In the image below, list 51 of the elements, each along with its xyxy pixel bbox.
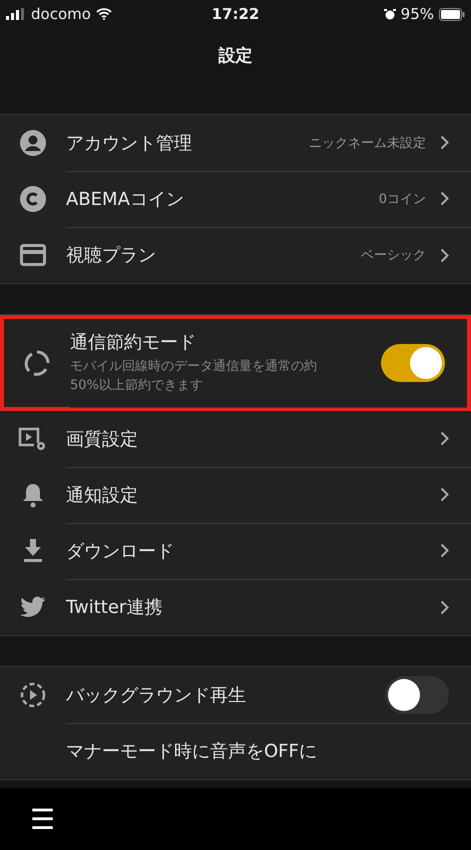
- video-settings-icon: [18, 427, 48, 451]
- menu-button[interactable]: ☰: [24, 802, 62, 836]
- person-icon: [20, 130, 46, 156]
- chevron-icon: [440, 248, 449, 262]
- carrier-name: docomo: [31, 5, 91, 23]
- row-value: ニックネーム未設定: [309, 134, 426, 152]
- row-label: 画質設定: [66, 428, 139, 450]
- settings-row[interactable]: ダウンロード: [0, 523, 471, 579]
- battery-percent: 95%: [400, 5, 434, 23]
- settings-row[interactable]: 通知設定: [0, 467, 471, 523]
- settings-row[interactable]: 通信節約モード モバイル回線時のデータ通信量を通常の約50%以上節約できます: [0, 315, 471, 411]
- page-title: 設定: [218, 44, 252, 66]
- alarm-icon: [384, 8, 396, 20]
- settings-row[interactable]: マナーモード時に音声をOFFに: [0, 723, 471, 779]
- row-label: Twitter連携: [66, 596, 164, 619]
- row-label: バックグラウンド再生: [66, 684, 247, 706]
- settings-row[interactable]: 画質設定: [0, 411, 471, 467]
- chevron-icon: [440, 431, 449, 446]
- signal-icon: [6, 8, 26, 20]
- row-label: アカウント管理: [66, 132, 193, 154]
- row-description: モバイル回線時のデータ通信量を通常の約50%以上節約できます: [70, 358, 318, 394]
- row-label: 通信節約モード: [70, 331, 197, 354]
- coin-icon: [20, 186, 46, 212]
- bell-icon: [22, 482, 44, 508]
- wifi-icon: [96, 8, 112, 20]
- chevron-icon: [440, 487, 449, 502]
- row-label: ABEMAコイン: [66, 188, 185, 210]
- chevron-icon: [440, 135, 449, 150]
- row-label: 通知設定: [66, 484, 139, 506]
- ring-icon: [24, 350, 50, 376]
- row-value: ベーシック: [361, 247, 426, 264]
- toggle-switch[interactable]: [385, 676, 449, 714]
- dashed-play-icon: [20, 682, 46, 708]
- row-label: 視聴プラン: [66, 244, 157, 267]
- toggle-switch[interactable]: [381, 344, 445, 382]
- row-label: マナーモード時に音声をOFFに: [66, 740, 318, 763]
- chevron-icon: [440, 543, 449, 558]
- row-value: 0コイン: [378, 190, 426, 208]
- download-icon: [22, 539, 44, 563]
- clock-time: 17:22: [212, 5, 260, 23]
- card-icon: [20, 244, 46, 266]
- chevron-icon: [440, 600, 449, 614]
- chevron-icon: [440, 191, 449, 206]
- bird-icon: [20, 596, 46, 618]
- row-label: ダウンロード: [66, 540, 175, 562]
- settings-row[interactable]: バックグラウンド再生: [0, 667, 471, 723]
- settings-row[interactable]: アカウント管理 ニックネーム未設定: [0, 115, 471, 171]
- settings-row[interactable]: Twitter連携: [0, 579, 471, 635]
- settings-row[interactable]: ABEMAコイン 0コイン: [0, 171, 471, 227]
- settings-row[interactable]: 視聴プラン ベーシック: [0, 227, 471, 283]
- battery-icon: [439, 8, 465, 20]
